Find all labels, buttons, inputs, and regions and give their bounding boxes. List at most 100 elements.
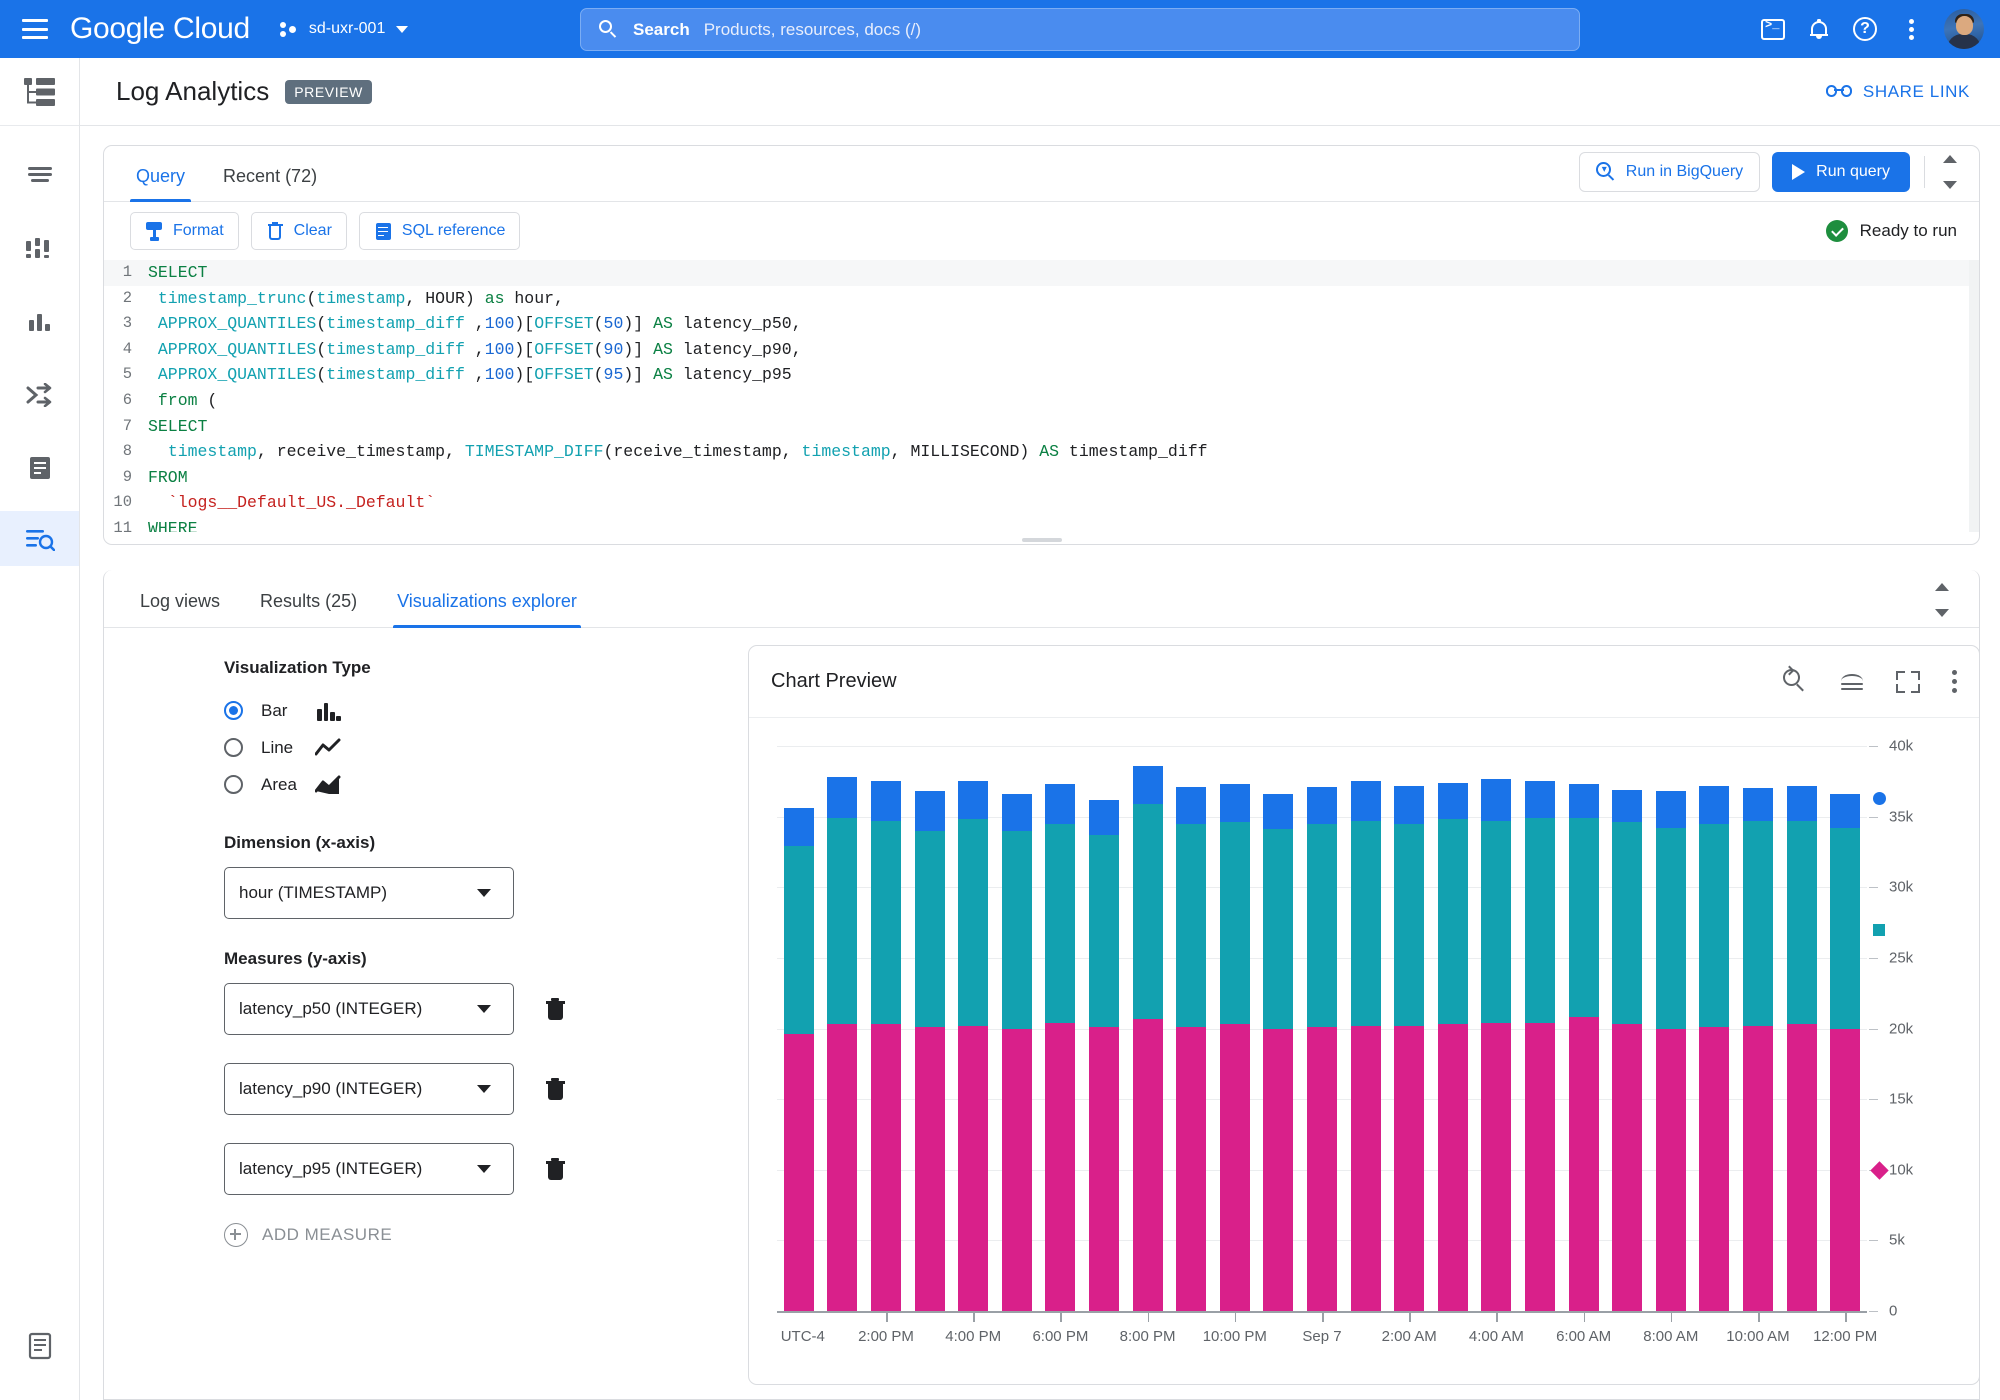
bar-segment-latency_p50[interactable] bbox=[1002, 1029, 1032, 1312]
bar-segment-latency_p95[interactable] bbox=[1351, 781, 1381, 821]
bar[interactable] bbox=[784, 746, 814, 1311]
bar-segment-latency_p50[interactable] bbox=[1481, 1023, 1511, 1311]
run-in-bigquery-button[interactable]: ▾ Run in BigQuery bbox=[1579, 152, 1760, 192]
bar-segment-latency_p90[interactable] bbox=[1787, 821, 1817, 1024]
bar-segment-latency_p95[interactable] bbox=[958, 781, 988, 819]
measure-select-p90[interactable]: latency_p90 (INTEGER) bbox=[224, 1063, 514, 1115]
sidebar-item-logs-router[interactable] bbox=[0, 58, 79, 126]
bar[interactable] bbox=[1438, 746, 1468, 1311]
bar-segment-latency_p95[interactable] bbox=[1569, 784, 1599, 818]
bar[interactable] bbox=[1220, 746, 1250, 1311]
bar[interactable] bbox=[1481, 746, 1511, 1311]
bar-segment-latency_p95[interactable] bbox=[1699, 786, 1729, 824]
bar-segment-latency_p90[interactable] bbox=[1830, 828, 1860, 1029]
bar[interactable] bbox=[1787, 746, 1817, 1311]
bar-segment-latency_p50[interactable] bbox=[1525, 1023, 1555, 1311]
bar-segment-latency_p95[interactable] bbox=[1612, 790, 1642, 822]
bar-segment-latency_p90[interactable] bbox=[1351, 821, 1381, 1026]
tab-visualizations-explorer[interactable]: Visualizations explorer bbox=[393, 591, 581, 627]
expand-collapse-results-icon[interactable] bbox=[1931, 583, 1953, 617]
bar-segment-latency_p95[interactable] bbox=[1438, 783, 1468, 820]
add-measure-button[interactable]: ADD MEASURE bbox=[224, 1223, 704, 1247]
bar-segment-latency_p95[interactable] bbox=[1481, 779, 1511, 821]
bar-segment-latency_p50[interactable] bbox=[1569, 1017, 1599, 1311]
bar-segment-latency_p90[interactable] bbox=[1743, 821, 1773, 1026]
bar-segment-latency_p95[interactable] bbox=[1089, 800, 1119, 835]
viz-type-line[interactable]: Line bbox=[224, 729, 704, 766]
bar-segment-latency_p50[interactable] bbox=[871, 1024, 901, 1311]
sidebar-item-logs-storage[interactable] bbox=[0, 148, 79, 203]
bar-segment-latency_p95[interactable] bbox=[1656, 791, 1686, 828]
bar-segment-latency_p90[interactable] bbox=[1307, 824, 1337, 1027]
bar-segment-latency_p90[interactable] bbox=[784, 846, 814, 1034]
legend-marker-latency_p90[interactable] bbox=[1873, 924, 1885, 936]
bar-segment-latency_p50[interactable] bbox=[1787, 1024, 1817, 1311]
dimension-select[interactable]: hour (TIMESTAMP) bbox=[224, 867, 514, 919]
delete-measure-icon[interactable] bbox=[544, 997, 566, 1021]
bar-segment-latency_p50[interactable] bbox=[784, 1034, 814, 1311]
sidebar-item-reports[interactable] bbox=[0, 440, 79, 495]
bar-segment-latency_p90[interactable] bbox=[1220, 822, 1250, 1024]
bar-segment-latency_p95[interactable] bbox=[1525, 781, 1555, 818]
bar-segment-latency_p90[interactable] bbox=[1263, 829, 1293, 1028]
bar-segment-latency_p50[interactable] bbox=[1176, 1027, 1206, 1311]
bar-segment-latency_p95[interactable] bbox=[915, 791, 945, 831]
bar-segment-latency_p90[interactable] bbox=[1133, 804, 1163, 1019]
bar[interactable] bbox=[1045, 746, 1075, 1311]
google-cloud-logo[interactable]: Google Cloud bbox=[70, 12, 250, 46]
bar-segment-latency_p50[interactable] bbox=[1438, 1024, 1468, 1311]
avatar[interactable] bbox=[1944, 9, 1984, 49]
bar[interactable] bbox=[1176, 746, 1206, 1311]
bar-segment-latency_p95[interactable] bbox=[1045, 784, 1075, 824]
share-link-button[interactable]: SHARE LINK bbox=[1826, 82, 1970, 102]
bar-segment-latency_p50[interactable] bbox=[1045, 1023, 1075, 1311]
bar[interactable] bbox=[1612, 746, 1642, 1311]
bar-segment-latency_p90[interactable] bbox=[1699, 824, 1729, 1027]
bar[interactable] bbox=[1699, 746, 1729, 1311]
smoothing-icon[interactable] bbox=[1838, 668, 1866, 696]
kebab-icon[interactable] bbox=[1888, 6, 1934, 52]
bar[interactable] bbox=[1263, 746, 1293, 1311]
bar-segment-latency_p50[interactable] bbox=[1699, 1027, 1729, 1311]
tab-log-views[interactable]: Log views bbox=[136, 591, 224, 627]
sidebar-item-log-based-metrics[interactable] bbox=[0, 221, 79, 276]
bar-segment-latency_p50[interactable] bbox=[827, 1024, 857, 1311]
fullscreen-icon[interactable] bbox=[1894, 668, 1922, 696]
format-button[interactable]: Format bbox=[130, 212, 239, 250]
measure-select-p50[interactable]: latency_p50 (INTEGER) bbox=[224, 983, 514, 1035]
bar[interactable] bbox=[1089, 746, 1119, 1311]
sql-editor[interactable]: 1SELECT2 timestamp_trunc(timestamp, HOUR… bbox=[104, 260, 1979, 532]
sidebar-item-log-analytics[interactable] bbox=[0, 511, 79, 566]
chart-canvas[interactable]: 05k10k15k20k25k30k35k40kUTC-42:00 PM4:00… bbox=[777, 746, 1867, 1311]
sidebar-item-documentation[interactable] bbox=[0, 1332, 79, 1360]
bar[interactable] bbox=[1133, 746, 1163, 1311]
bar-segment-latency_p90[interactable] bbox=[915, 831, 945, 1027]
bar-segment-latency_p90[interactable] bbox=[1045, 824, 1075, 1023]
bar-segment-latency_p90[interactable] bbox=[1438, 819, 1468, 1024]
bar-segment-latency_p90[interactable] bbox=[1089, 835, 1119, 1027]
bar-segment-latency_p90[interactable] bbox=[1176, 824, 1206, 1027]
bar-segment-latency_p95[interactable] bbox=[1830, 794, 1860, 828]
radio-line[interactable] bbox=[224, 738, 243, 757]
sidebar-item-error-reporting[interactable] bbox=[0, 367, 79, 422]
bar-segment-latency_p95[interactable] bbox=[1394, 786, 1424, 824]
bar[interactable] bbox=[915, 746, 945, 1311]
kebab-icon[interactable] bbox=[1952, 670, 1957, 693]
help-icon[interactable]: ? bbox=[1842, 6, 1888, 52]
bar-segment-latency_p90[interactable] bbox=[1612, 822, 1642, 1024]
query-resize-handle[interactable] bbox=[1022, 538, 1062, 542]
delete-measure-icon[interactable] bbox=[544, 1157, 566, 1181]
bar-segment-latency_p90[interactable] bbox=[1481, 821, 1511, 1023]
bar-segment-latency_p90[interactable] bbox=[1002, 831, 1032, 1029]
expand-collapse-query-icon[interactable] bbox=[1939, 155, 1961, 189]
menu-icon[interactable] bbox=[22, 19, 48, 39]
bar-segment-latency_p95[interactable] bbox=[1133, 766, 1163, 804]
bar-segment-latency_p95[interactable] bbox=[827, 777, 857, 818]
bar[interactable] bbox=[1525, 746, 1555, 1311]
bar-segment-latency_p95[interactable] bbox=[1787, 786, 1817, 821]
radio-bar[interactable] bbox=[224, 701, 243, 720]
bar-segment-latency_p95[interactable] bbox=[784, 808, 814, 846]
bar-segment-latency_p50[interactable] bbox=[915, 1027, 945, 1311]
bar-segment-latency_p50[interactable] bbox=[1656, 1029, 1686, 1312]
bar-segment-latency_p95[interactable] bbox=[1002, 794, 1032, 831]
